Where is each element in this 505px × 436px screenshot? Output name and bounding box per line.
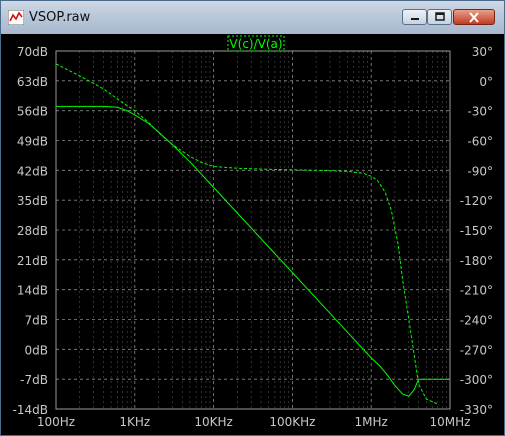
y-left-tick-label: 28dB [17, 224, 48, 238]
magnitude-trace-line[interactable] [56, 105, 450, 397]
y-left-tick-label: 14dB [17, 284, 48, 298]
y-right-tick-label: -300° [460, 373, 493, 387]
bode-plot-chart: 100Hz 1KHz 10KHz 100KHz 1MHz 10MHz 70dB 30° 63dB… [13, 35, 493, 429]
y-right-tick-label: -180° [460, 254, 493, 268]
y-left-tick-label: 63dB [17, 75, 48, 89]
phase-trace-line[interactable] [55, 63, 438, 405]
y-left-tick-label: -14dB [13, 403, 48, 417]
y-right-tick-label: -30° [467, 105, 493, 119]
y-left-tick-label: 0dB [25, 343, 48, 357]
title-bar[interactable]: VSOP.raw [1, 1, 504, 35]
y-left-tick-label: 42dB [17, 164, 48, 178]
window-title: VSOP.raw [29, 10, 91, 25]
y-right-tick-label: -150° [460, 224, 493, 238]
minimize-icon [410, 18, 419, 20]
y-right-tick-label: 0° [479, 75, 493, 89]
y-right-tick-label: -210° [460, 284, 493, 298]
close-button[interactable] [453, 9, 495, 25]
waveform-app-icon [8, 10, 24, 25]
x-tick-label: 10KHz [194, 415, 232, 429]
y-left-tick-label: 49dB [17, 135, 48, 149]
x-tick-label: 100Hz [37, 415, 75, 429]
y-left-tick-label: 21dB [17, 254, 48, 268]
x-tick-label: 10MHz [430, 415, 471, 429]
minimize-button[interactable] [402, 9, 427, 25]
y-right-tick-label: -120° [460, 194, 493, 208]
legend-label[interactable]: V(c)/V(a) [229, 37, 282, 51]
x-tick-label: 100KHz [269, 415, 315, 429]
app-window: VSOP.raw 100Hz 1KHz 10KHz 100KHz 1MHz 10MHz 70… [0, 0, 505, 436]
y-right-tick-label: 30° [472, 45, 493, 59]
y-left-tick-label: 70dB [17, 45, 48, 59]
y-right-tick-label: -90° [467, 164, 493, 178]
y-left-tick-label: 7dB [25, 314, 48, 328]
y-left-tick-label: -7dB [20, 373, 48, 387]
y-right-tick-label: -240° [460, 314, 493, 328]
bode-plot-area[interactable]: 100Hz 1KHz 10KHz 100KHz 1MHz 10MHz 70dB 30° 63dB… [1, 34, 504, 435]
x-tick-label: 1KHz [119, 415, 150, 429]
maximize-icon [434, 12, 445, 21]
y-right-tick-label: -270° [460, 343, 493, 357]
y-left-tick-label: 56dB [17, 105, 48, 119]
y-right-tick-label: -60° [467, 135, 493, 149]
close-icon [469, 11, 479, 23]
x-tick-label: 1MHz [355, 415, 388, 429]
maximize-button[interactable] [427, 9, 452, 25]
y-left-tick-label: 35dB [17, 194, 48, 208]
y-right-tick-label: -330° [460, 403, 493, 417]
